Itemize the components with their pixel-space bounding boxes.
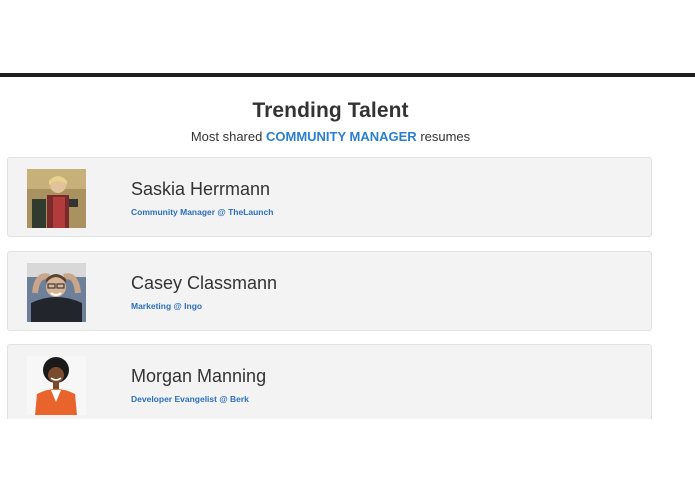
person-photo-icon[interactable] bbox=[27, 169, 86, 228]
subtitle-role-highlight[interactable]: COMMUNITY MANAGER bbox=[266, 129, 417, 144]
bottom-fade bbox=[0, 419, 695, 494]
person-photo-icon[interactable] bbox=[27, 263, 86, 322]
profile-card-casey-classmann[interactable]: Casey Classmann Marketing @ Ingo bbox=[7, 251, 652, 331]
section-title: Trending Talent bbox=[252, 99, 409, 122]
subtitle-prefix: Most shared bbox=[190, 129, 263, 144]
person-photo-icon[interactable] bbox=[27, 356, 86, 415]
header-divider bbox=[0, 73, 695, 77]
page: Trending Talent Most shared COMMUNITY MA… bbox=[0, 0, 695, 494]
profile-role[interactable]: Developer Evangelist @ Berk bbox=[131, 394, 249, 404]
profile-card-saskia-herrmann[interactable]: Saskia Herrmann Community Manager @ TheL… bbox=[7, 157, 652, 237]
profile-role[interactable]: Marketing @ Ingo bbox=[131, 301, 202, 311]
profile-name[interactable]: Saskia Herrmann bbox=[131, 179, 270, 200]
profile-name[interactable]: Morgan Manning bbox=[131, 366, 266, 387]
section-subtitle: Most shared COMMUNITY MANAGER resumes bbox=[0, 129, 661, 144]
subtitle-suffix: resumes bbox=[420, 129, 471, 144]
profile-role[interactable]: Community Manager @ TheLaunch bbox=[131, 207, 273, 217]
profile-name[interactable]: Casey Classmann bbox=[131, 273, 277, 294]
